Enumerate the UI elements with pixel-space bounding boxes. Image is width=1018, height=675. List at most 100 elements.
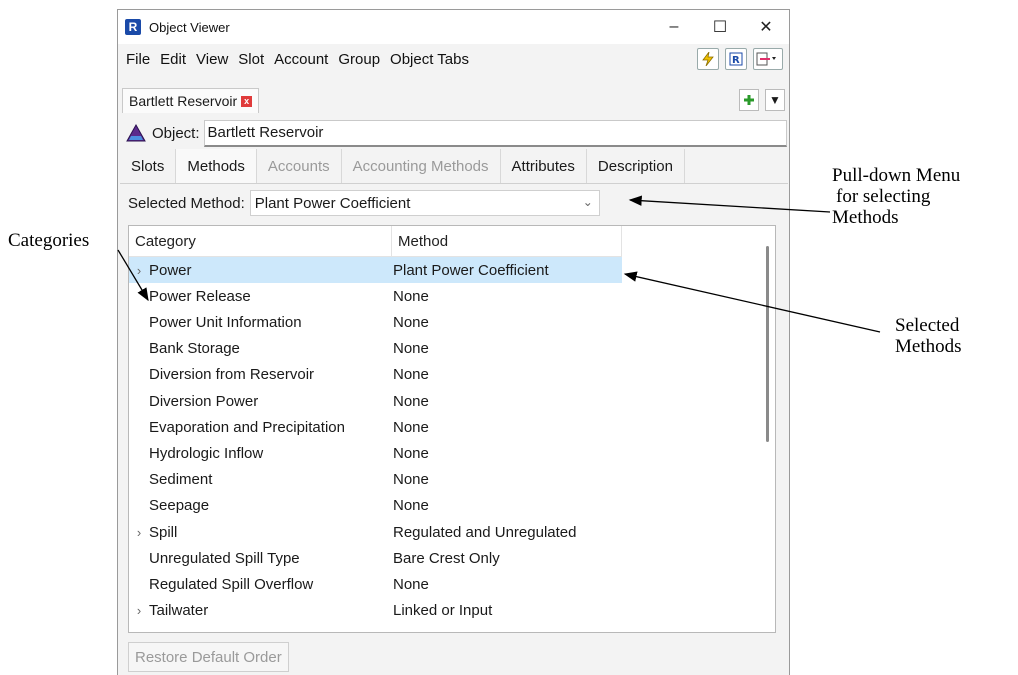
doc-tab-bartlett-reservoir[interactable]: Bartlett Reservoir x [122,88,260,113]
object-name-field[interactable]: Bartlett Reservoir [203,119,787,147]
reservoir-icon [126,124,146,142]
tab-methods[interactable]: Methods [176,149,257,183]
annotation-pulldown-line-3: Methods [832,207,899,228]
tab-accounting-methods[interactable]: Accounting Methods [342,149,501,183]
category-cell: Power Release [149,287,251,305]
category-cell: Power [149,261,192,279]
method-cell: None [393,366,429,384]
subtabs: Slots Methods Accounts Accounting Method… [120,149,788,184]
tab-close-icon[interactable]: x [241,95,253,107]
annotation-pulldown-menu: Pull-down Menu for selecting Methods [832,165,960,228]
table-row[interactable]: › Power Plant Power Coefficient [129,257,622,283]
window-controls: – ☐ ✕ [651,10,789,44]
methods-table: Category Method › Power Plant Power Coeffi… [128,225,776,633]
method-cell: None [393,497,429,515]
category-cell: Hydrologic Inflow [149,444,264,462]
table-row[interactable]: Diversion Power None [129,388,622,414]
table-row[interactable]: Power Release None [129,283,622,309]
restore-default-order-button[interactable]: Restore Default Order [128,642,289,672]
menu-bar: File Edit View Slot Account Group Object… [118,46,789,72]
annotation-selected-methods: Selected Methods [895,315,962,357]
category-cell: Unregulated Spill Type [149,549,300,567]
maximize-button[interactable]: ☐ [697,10,743,44]
object-row: Object: Bartlett Reservoir [122,119,787,147]
menu-slot[interactable]: Slot [238,51,264,68]
table-row[interactable]: Evaporation and Precipitation None [129,414,622,440]
table-row[interactable]: Sediment None [129,467,622,493]
object-viewer-window: R Object Viewer – ☐ ✕ File Edit View Slo… [117,9,790,675]
annotation-selected-line-2: Methods [895,336,962,357]
category-cell: Diversion Power [149,392,259,410]
method-cell: None [393,313,429,331]
category-cell: Seepage [149,497,210,515]
menu-account[interactable]: Account [274,51,328,68]
method-cell: Regulated and Unregulated [393,523,577,541]
selected-method-row: Selected Method: Plant Power Coefficient… [128,190,600,216]
menu-edit[interactable]: Edit [160,51,186,68]
menu-view[interactable]: View [196,51,228,68]
selected-method-value: Plant Power Coefficient [254,194,411,212]
chevron-right-icon[interactable]: › [129,525,149,540]
table-row[interactable]: Regulated Spill Overflow None [129,571,622,597]
method-cell: Plant Power Coefficient [393,261,549,279]
method-cell: Bare Crest Only [393,549,500,567]
rw-logo-icon[interactable]: R [725,48,747,70]
method-cell: None [393,287,429,305]
table-row[interactable]: › Tailwater Linked or Input [129,598,622,624]
table-row[interactable]: Seepage None [129,493,622,519]
selected-method-label: Selected Method: [128,194,245,212]
column-header-method[interactable]: Method [392,226,622,256]
tab-slots[interactable]: Slots [120,149,177,183]
menu-file[interactable]: File [126,51,150,68]
doc-tab-buttons: ▼ [739,89,785,111]
menu-object-tabs[interactable]: Object Tabs [390,51,469,68]
category-cell: Regulated Spill Overflow [149,575,314,593]
category-cell: Tailwater [149,602,209,620]
category-cell: Power Unit Information [149,313,302,331]
annotation-categories: Categories [8,230,90,251]
doc-tab-label: Bartlett Reservoir [129,93,238,109]
toolbar-icons: R [697,48,783,70]
table-row[interactable]: › Spill Regulated and Unregulated [129,519,622,545]
method-cell: None [393,392,429,410]
chevron-right-icon[interactable]: › [129,263,149,278]
tab-attributes[interactable]: Attributes [501,149,587,183]
annotation-pulldown-line-1: Pull-down Menu [832,165,961,186]
riverware-logo-icon: R [125,19,141,35]
close-button[interactable]: ✕ [743,10,789,44]
svg-text:R: R [732,55,740,66]
annotation-pulldown-line-2: for selecting [836,186,931,207]
table-header: Category Method [129,226,622,257]
method-cell: None [393,471,429,489]
minimize-button[interactable]: – [651,10,697,44]
category-cell: Bank Storage [149,340,240,358]
chevron-right-icon[interactable]: › [129,603,149,618]
method-cell: None [393,444,429,462]
selected-method-select[interactable]: Plant Power Coefficient ⌄ [249,190,600,216]
table-row[interactable]: Unregulated Spill Type Bare Crest Only [129,545,622,571]
category-cell: Spill [149,523,178,541]
vertical-scrollbar[interactable] [766,246,769,442]
document-tab-bar: Bartlett Reservoir x ▼ [118,86,789,114]
column-header-category[interactable]: Category [129,226,392,256]
table-row[interactable]: Hydrologic Inflow None [129,440,622,466]
dispatch-icon[interactable] [753,48,783,70]
category-cell: Evaporation and Precipitation [149,418,345,436]
table-row[interactable]: Diversion from Reservoir None [129,362,622,388]
table-row[interactable]: Bank Storage None [129,336,622,362]
lightning-icon[interactable] [697,48,719,70]
tab-description[interactable]: Description [587,149,685,183]
chevron-down-icon: ⌄ [582,195,593,209]
table-row[interactable]: Power Unit Information None [129,309,622,335]
method-cell: None [393,418,429,436]
method-cell: None [393,340,429,358]
annotation-selected-line-1: Selected [895,315,960,336]
menu-group[interactable]: Group [338,51,380,68]
method-cell: None [393,575,429,593]
tab-dropdown-button[interactable]: ▼ [765,89,785,111]
method-cell: Linked or Input [393,602,493,620]
window-title: Object Viewer [149,19,230,35]
add-tab-button[interactable] [739,89,759,111]
tab-accounts[interactable]: Accounts [257,149,342,183]
object-label: Object: [152,124,200,142]
